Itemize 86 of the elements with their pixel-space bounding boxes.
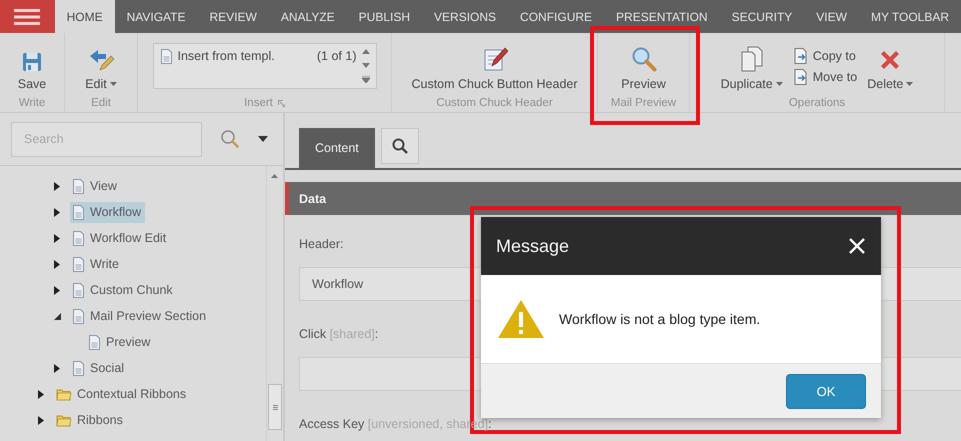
ribbon-tab[interactable]: CONFIGURE [508, 0, 604, 33]
expand-arrow-icon[interactable] [38, 390, 44, 398]
notepad-pencil-icon [482, 46, 508, 72]
group-label: Edit [91, 97, 111, 109]
ribbon-tab[interactable]: NAVIGATE [114, 0, 198, 33]
expand-arrow-icon[interactable] [54, 234, 60, 242]
tree-item[interactable]: Write [70, 254, 123, 274]
document-icon [88, 334, 101, 350]
folder-icon [56, 387, 72, 401]
group-label: Insert [244, 97, 273, 109]
menu-icon [14, 8, 40, 24]
page-arrow-icon [792, 69, 809, 85]
tree-item[interactable]: Workflow Edit [70, 228, 170, 248]
ribbon-tab[interactable]: VIEW [804, 0, 859, 33]
grip-icon [272, 404, 278, 410]
ribbon-button[interactable]: Delete [863, 33, 918, 91]
search-icon[interactable] [220, 129, 240, 149]
tree-item[interactable]: View [70, 176, 121, 196]
more-icon[interactable] [362, 76, 370, 83]
tree-item[interactable]: Preview [86, 332, 154, 352]
dialog-message: Workflow is not a blog type item. [559, 311, 760, 327]
ribbon-tab[interactable]: VERSIONS [422, 0, 508, 33]
ribbon-button[interactable]: Save [14, 33, 50, 91]
group-label: Mail Preview [610, 97, 676, 109]
ribbon-tab[interactable]: ANALYZE [268, 0, 347, 33]
group-label: Write [18, 97, 46, 109]
ok-button[interactable]: OK [786, 374, 866, 408]
tree-item[interactable]: Ribbons [54, 410, 127, 430]
document-icon [72, 360, 85, 376]
document-icon [72, 282, 85, 298]
ribbon-button[interactable]: Edit [81, 33, 121, 91]
collapse-arrow-icon[interactable] [54, 312, 61, 320]
ribbon-tab[interactable]: REVIEW [198, 0, 269, 33]
field-label: Header: [299, 237, 344, 253]
dropdown-caret-icon[interactable] [258, 136, 268, 142]
folder-icon [56, 413, 72, 427]
scroll-up-icon[interactable] [362, 49, 370, 54]
section-title: Data [299, 192, 326, 206]
preview-button[interactable]: Preview [617, 33, 670, 91]
scroll-down-icon[interactable] [362, 62, 370, 68]
expand-arrow-icon[interactable] [54, 182, 60, 190]
group-label: Custom Chuck Header [436, 97, 553, 109]
ribbon-button[interactable]: Move to [792, 69, 858, 85]
menu-button[interactable] [0, 0, 55, 33]
expand-arrow-icon[interactable] [54, 286, 60, 294]
template-gallery[interactable]: Insert from templ. (1 of 1) [152, 43, 376, 89]
warning-icon [497, 299, 545, 339]
search-tab[interactable] [380, 128, 419, 164]
document-icon [72, 230, 85, 246]
gallery-item[interactable]: Insert from templ. [178, 49, 312, 83]
document-icon [72, 256, 85, 272]
document-icon [160, 49, 172, 64]
ribbon-button[interactable]: Custom Chuck Button Header [407, 33, 582, 91]
pages-icon [740, 46, 764, 72]
tree-item[interactable]: Contextual Ribbons [54, 384, 190, 404]
ribbon-tab[interactable]: SECURITY [720, 0, 804, 33]
ribbon-button[interactable]: Duplicate [716, 33, 787, 91]
search-icon [392, 138, 408, 154]
close-button[interactable] [848, 237, 866, 255]
expand-arrow-icon[interactable] [54, 260, 60, 268]
save-icon [22, 52, 42, 72]
gallery-count: (1 of 1) [316, 49, 356, 65]
document-icon [72, 308, 85, 324]
tree-item[interactable]: Workflow [70, 202, 146, 222]
ribbon-tab[interactable]: PUBLISH [346, 0, 422, 33]
group-label: Operations [788, 97, 846, 109]
magnifier-icon [630, 46, 656, 72]
tree-item[interactable]: Mail Preview Section [70, 306, 210, 326]
close-icon [848, 237, 866, 255]
scroll-up-icon[interactable] [271, 174, 278, 178]
content-tab[interactable]: Content [299, 128, 375, 168]
scrollbar-thumb[interactable] [268, 384, 282, 430]
tree-item[interactable]: Social [70, 358, 128, 378]
dialog-title: Message [496, 236, 570, 256]
ribbon-button[interactable]: Copy to [792, 48, 858, 64]
ribbon-tab[interactable]: HOME [54, 0, 115, 33]
tree-item[interactable]: Custom Chunk [70, 280, 177, 300]
document-icon [72, 204, 85, 220]
expand-arrow-icon[interactable] [54, 208, 60, 216]
page-arrow-icon [792, 48, 809, 64]
document-icon [72, 178, 85, 194]
expand-arrow-icon[interactable] [54, 364, 60, 372]
expand-arrow-icon[interactable] [38, 416, 44, 424]
ribbon-tab[interactable]: MY TOOLBAR [858, 0, 961, 33]
arrow-pencil-icon [88, 48, 114, 72]
ribbon-tab[interactable]: PRESENTATION [604, 0, 720, 33]
